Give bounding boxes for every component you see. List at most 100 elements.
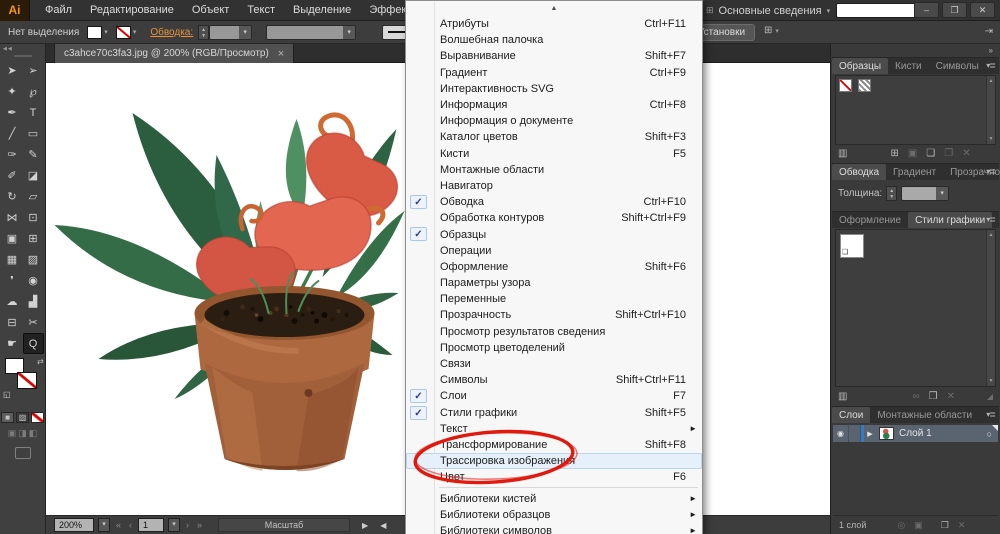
next-artboard-icon[interactable]: ›: [184, 520, 191, 530]
fill-color-swatch[interactable]: [87, 26, 102, 39]
prev-artboard-icon[interactable]: ‹: [127, 520, 134, 530]
menu-item[interactable]: ✓ Обводка Ctrl+F10: [406, 194, 702, 210]
visibility-eye-icon[interactable]: ◉: [833, 425, 849, 442]
first-artboard-icon[interactable]: «: [114, 520, 123, 530]
collapse-panel-icon[interactable]: ◀◀: [0, 44, 45, 54]
new-swatch-icon[interactable]: ❐: [944, 148, 953, 159]
slice-tool[interactable]: ✂: [23, 312, 44, 333]
perspective-grid-tool[interactable]: ⊞: [23, 228, 44, 249]
swatch-kinds-icon[interactable]: ⊞: [890, 148, 898, 159]
scroll-up-icon[interactable]: ▲: [989, 232, 994, 238]
panel-menu-icon[interactable]: ▾≣: [986, 215, 995, 224]
menu-item[interactable]: Просмотр результатов сведения: [406, 324, 702, 340]
direct-selection-tool[interactable]: ➢: [23, 60, 44, 81]
magic-wand-tool[interactable]: ✦: [2, 81, 23, 102]
width-profile-combo[interactable]: ▾: [266, 25, 356, 40]
artboard-caret-icon[interactable]: ▾: [168, 518, 180, 532]
style-libraries-icon[interactable]: ▥: [838, 391, 847, 402]
new-color-group-icon[interactable]: ❏: [926, 148, 935, 159]
pattern-swatch[interactable]: [858, 79, 871, 92]
lasso-tool[interactable]: ℘: [23, 81, 44, 102]
menu-item[interactable]: Атрибуты Ctrl+F11: [406, 16, 702, 32]
control-panel-menu-icon[interactable]: ⇥: [985, 26, 993, 37]
chevron-down-icon[interactable]: ▾: [343, 26, 355, 39]
menu-item[interactable]: Библиотеки образцов ►: [406, 507, 702, 523]
menu-item[interactable]: Цвет F6: [406, 469, 702, 485]
swatch-options-icon[interactable]: ▣: [908, 148, 917, 159]
new-layer-icon[interactable]: ❐: [941, 520, 949, 531]
menubar-item[interactable]: Файл: [36, 0, 81, 21]
scroll-down-icon[interactable]: ▼: [989, 378, 994, 384]
menu-item[interactable]: Библиотеки символов ►: [406, 523, 702, 534]
menu-scroll-up-icon[interactable]: ▲: [406, 1, 702, 16]
menu-item[interactable]: Библиотеки кистей ►: [406, 490, 702, 506]
menubar-item[interactable]: Объект: [183, 0, 238, 21]
tab-appearance[interactable]: Оформление: [832, 212, 908, 228]
panel-menu-icon[interactable]: ▾≣: [986, 410, 995, 419]
menubar-item[interactable]: Редактирование: [81, 0, 183, 21]
thickness-stepper[interactable]: ▲ ▼: [886, 186, 897, 201]
tab-graphic-styles[interactable]: Стили графики: [908, 212, 992, 228]
panel-menu-icon[interactable]: ▾≣: [986, 61, 995, 70]
none-swatch[interactable]: [839, 79, 852, 92]
zoom-caret-icon[interactable]: ▾: [98, 518, 110, 532]
resize-grip-icon[interactable]: ◢: [987, 392, 993, 401]
menu-item[interactable]: Навигатор: [406, 178, 702, 194]
menu-item[interactable]: ✓ Образцы: [406, 226, 702, 242]
document-tab[interactable]: c3ahce70c3fa3.jpg @ 200% (RGB/Просмотр) …: [54, 44, 294, 63]
zoom-tool[interactable]: Q: [23, 333, 44, 354]
tab-swatches[interactable]: Образцы: [832, 58, 888, 74]
menu-item[interactable]: Символы Shift+Ctrl+F11: [406, 372, 702, 388]
free-transform-tool[interactable]: ⊡: [23, 207, 44, 228]
menubar-item[interactable]: Текст: [238, 0, 284, 21]
locate-object-icon[interactable]: ◎: [897, 520, 905, 531]
hscroll-left-icon[interactable]: ◀: [380, 521, 386, 530]
menu-item[interactable]: Информация Ctrl+F8: [406, 97, 702, 113]
blob-brush-tool[interactable]: ✐: [2, 165, 23, 186]
menu-item[interactable]: Обработка контуров Shift+Ctrl+F9: [406, 210, 702, 226]
hand-tool[interactable]: ☛: [2, 333, 23, 354]
thickness-combo[interactable]: ▾: [901, 186, 949, 201]
chevron-down-icon[interactable]: ▾: [133, 28, 137, 36]
menu-item[interactable]: Градиент Ctrl+F9: [406, 65, 702, 81]
width-tool[interactable]: ⋈: [2, 207, 23, 228]
scale-tool[interactable]: ▱: [23, 186, 44, 207]
menu-item[interactable]: Прозрачность Shift+Ctrl+F10: [406, 307, 702, 323]
rectangle-tool[interactable]: ▭: [23, 123, 44, 144]
make-clip-mask-icon[interactable]: ▣: [914, 520, 923, 531]
menu-item[interactable]: Информация о документе: [406, 113, 702, 129]
menu-item[interactable]: Просмотр цветоделений: [406, 340, 702, 356]
menu-item[interactable]: Переменные: [406, 291, 702, 307]
stepper-down-icon[interactable]: ▼: [889, 194, 894, 200]
swap-fill-stroke-icon[interactable]: ⇄: [37, 357, 44, 366]
blend-tool[interactable]: ◉: [23, 270, 44, 291]
eyedropper-tool[interactable]: ❜: [2, 270, 23, 291]
color-mode-button[interactable]: ■: [1, 412, 14, 423]
menubar-item[interactable]: Выделение: [284, 0, 360, 21]
stroke-weight-link[interactable]: Обводка:: [150, 27, 193, 38]
new-style-icon[interactable]: ❐: [929, 391, 938, 402]
tab-stroke[interactable]: Обводка: [832, 164, 886, 180]
column-graph-tool[interactable]: ▟: [23, 291, 44, 312]
draw-inside-icon[interactable]: ◧: [29, 428, 38, 439]
menu-item[interactable]: Интерактивность SVG: [406, 81, 702, 97]
styles-scrollbar[interactable]: ▲ ▼: [986, 230, 995, 386]
break-link-icon[interactable]: ∞: [912, 391, 919, 402]
selection-tool[interactable]: ➤: [2, 60, 23, 81]
panel-menu-icon[interactable]: ▾≣: [986, 167, 995, 176]
paintbrush-tool[interactable]: ✑: [2, 144, 23, 165]
draw-normal-icon[interactable]: ▣: [8, 428, 17, 439]
layer-row[interactable]: ◉ ▶ Слой 1 ○: [833, 425, 998, 442]
zoom-level[interactable]: 200%: [54, 518, 94, 532]
default-fill-stroke-icon[interactable]: ◱: [3, 390, 11, 399]
stepper-down-icon[interactable]: ▼: [201, 33, 206, 39]
layer-thumbnail[interactable]: [879, 427, 894, 440]
menu-item[interactable]: Каталог цветов Shift+F3: [406, 129, 702, 145]
line-segment-tool[interactable]: ╱: [2, 123, 23, 144]
screen-mode-button[interactable]: [15, 447, 31, 459]
layer-name[interactable]: Слой 1: [899, 428, 932, 439]
artboard-number[interactable]: 1: [138, 518, 164, 532]
symbol-sprayer-tool[interactable]: ☁: [2, 291, 23, 312]
gradient-tool[interactable]: ▨: [23, 249, 44, 270]
last-artboard-icon[interactable]: »: [195, 520, 204, 530]
